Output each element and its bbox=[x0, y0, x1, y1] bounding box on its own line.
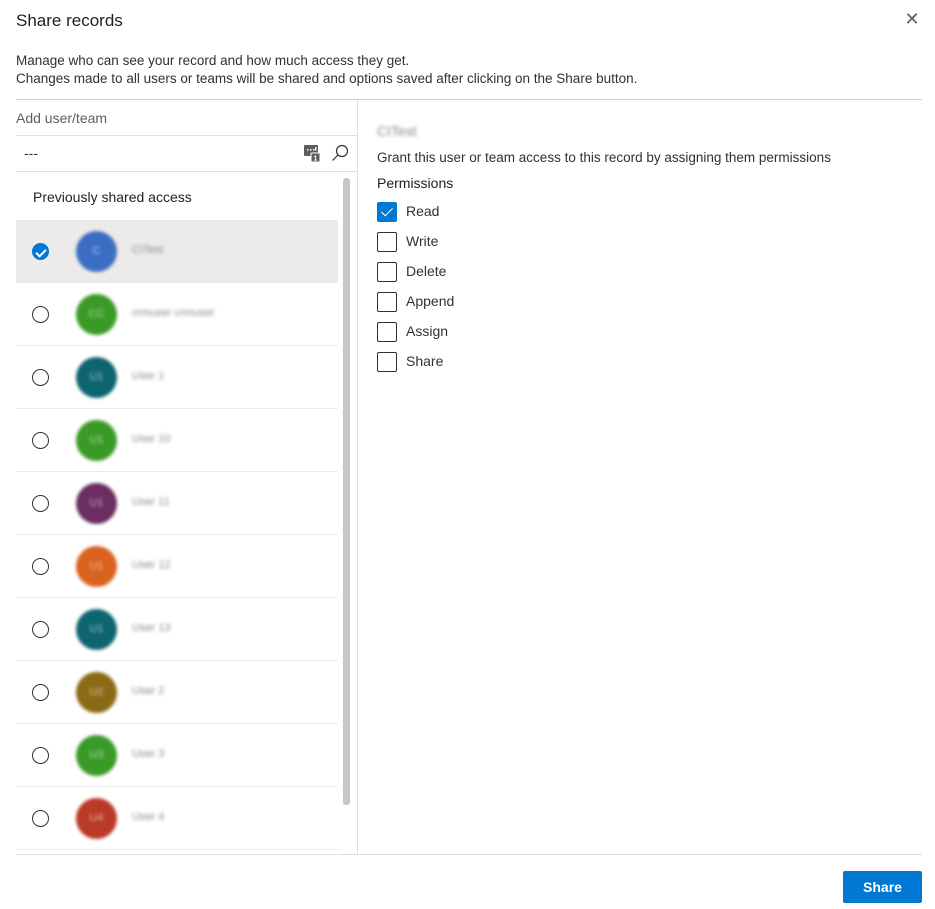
left-panel: Add user/team 1 Previously shared access… bbox=[16, 100, 357, 854]
user-select-radio[interactable] bbox=[32, 432, 49, 449]
permission-label: Delete bbox=[406, 263, 447, 279]
share-button[interactable]: Share bbox=[843, 871, 922, 903]
permission-checkbox[interactable] bbox=[377, 202, 397, 222]
user-list-item[interactable]: U1 User 12 bbox=[16, 535, 338, 598]
user-list-item[interactable]: U1 User 10 bbox=[16, 409, 338, 472]
permission-label: Write bbox=[406, 233, 439, 249]
user-name: CITest bbox=[132, 244, 164, 256]
user-name: User 4 bbox=[132, 811, 165, 823]
user-select-radio[interactable] bbox=[32, 306, 49, 323]
user-list-item[interactable]: U1 User 11 bbox=[16, 472, 338, 535]
user-select-radio[interactable] bbox=[32, 495, 49, 512]
user-select-radio[interactable] bbox=[32, 747, 49, 764]
user-select-radio[interactable] bbox=[32, 621, 49, 638]
permission-checkbox[interactable] bbox=[377, 292, 397, 312]
lookup-row: 1 bbox=[16, 135, 357, 172]
permission-checkbox[interactable] bbox=[377, 322, 397, 342]
user-name: User 3 bbox=[132, 748, 165, 760]
permissions-label: Permissions bbox=[377, 175, 454, 191]
user-select-radio[interactable] bbox=[32, 369, 49, 386]
permission-checkbox[interactable] bbox=[377, 352, 397, 372]
permission-label: Read bbox=[406, 203, 440, 219]
user-avatar: U1 bbox=[76, 420, 117, 461]
dialog-description: Manage who can see your record and how m… bbox=[16, 52, 637, 88]
user-name: crmuser crmuser bbox=[132, 307, 215, 319]
permission-label: Append bbox=[406, 293, 455, 309]
divider-bottom bbox=[16, 854, 922, 855]
add-user-team-label: Add user/team bbox=[16, 110, 108, 126]
user-list-item[interactable]: U2 User 2 bbox=[16, 661, 338, 724]
panel-divider bbox=[357, 100, 358, 854]
dialog-title: Share records bbox=[16, 11, 123, 30]
shared-user-list: C CITest CC crmuser crmuser U1 User 1 U1 User 1… bbox=[16, 220, 338, 850]
user-list-item[interactable]: CC crmuser crmuser bbox=[16, 283, 338, 346]
description-line-1: Manage who can see your record and how m… bbox=[16, 53, 410, 68]
user-select-radio[interactable] bbox=[32, 558, 49, 575]
user-name: User 2 bbox=[132, 685, 165, 697]
user-avatar: U1 bbox=[76, 546, 117, 587]
search-icon[interactable] bbox=[331, 144, 349, 162]
lookup-records-icon[interactable]: 1 bbox=[304, 144, 320, 162]
selected-user-name: CITest bbox=[377, 123, 417, 139]
list-scrollbar[interactable] bbox=[343, 178, 350, 805]
user-name: User 10 bbox=[132, 433, 171, 445]
user-name: User 1 bbox=[132, 370, 165, 382]
permission-checkbox[interactable] bbox=[377, 232, 397, 252]
close-icon[interactable]: ✕ bbox=[902, 9, 922, 29]
previously-shared-header: Previously shared access bbox=[33, 189, 192, 205]
permission-label: Assign bbox=[406, 323, 449, 339]
user-list-item[interactable]: C CITest bbox=[16, 220, 338, 283]
user-avatar: U3 bbox=[76, 735, 117, 776]
user-avatar: C bbox=[76, 231, 117, 272]
user-list-item[interactable]: U1 User 1 bbox=[16, 346, 338, 409]
user-avatar: U2 bbox=[76, 672, 117, 713]
user-list-item[interactable]: U4 User 4 bbox=[16, 787, 338, 850]
description-line-2: Changes made to all users or teams will … bbox=[16, 71, 638, 86]
user-name: User 13 bbox=[132, 622, 171, 634]
user-select-radio[interactable] bbox=[32, 810, 49, 827]
permission-label: Share bbox=[406, 353, 444, 369]
user-name: User 12 bbox=[132, 559, 171, 571]
user-avatar: U1 bbox=[76, 357, 117, 398]
user-avatar: U1 bbox=[76, 483, 117, 524]
svg-text:1: 1 bbox=[314, 156, 318, 163]
user-select-radio[interactable] bbox=[32, 243, 49, 260]
user-list-item[interactable]: U3 User 3 bbox=[16, 724, 338, 787]
permission-checkbox[interactable] bbox=[377, 262, 397, 282]
user-avatar: U1 bbox=[76, 609, 117, 650]
user-avatar: U4 bbox=[76, 798, 117, 839]
user-avatar: CC bbox=[76, 294, 117, 335]
user-select-radio[interactable] bbox=[32, 684, 49, 701]
user-team-lookup-input[interactable] bbox=[24, 145, 284, 161]
grant-instructions: Grant this user or team access to this r… bbox=[377, 150, 831, 165]
user-list-item[interactable]: U1 User 13 bbox=[16, 598, 338, 661]
user-name: User 11 bbox=[132, 496, 170, 508]
